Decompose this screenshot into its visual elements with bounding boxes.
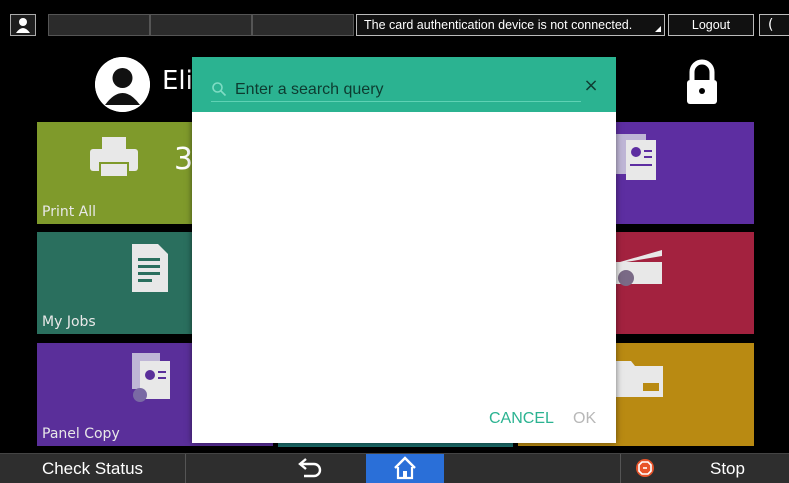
cancel-button[interactable]: CANCEL <box>489 410 554 428</box>
search-dialog: × CANCEL OK <box>192 57 616 443</box>
my-jobs-label: My Jobs <box>42 314 96 330</box>
status-slot-1 <box>48 14 150 36</box>
bottom-bar: Check Status Stop <box>0 453 789 483</box>
search-icon <box>212 82 227 97</box>
stop-button[interactable]: Stop <box>710 454 745 483</box>
copy-icon <box>132 353 170 402</box>
check-status-button[interactable]: Check Status <box>0 454 186 483</box>
bottom-divider <box>620 454 621 483</box>
moon-icon: ( <box>768 17 774 33</box>
top-status-bar: The card authentication device is not co… <box>0 0 789 40</box>
document-icon <box>132 244 168 292</box>
search-input[interactable] <box>235 79 565 101</box>
ok-button[interactable]: OK <box>573 410 596 428</box>
moon-button[interactable]: ( <box>759 14 789 36</box>
home-button[interactable] <box>366 454 444 483</box>
expand-corner-icon <box>655 26 661 32</box>
status-message-text: The card authentication device is not co… <box>364 18 633 32</box>
printer-icon <box>90 137 138 178</box>
lock-icon[interactable] <box>682 58 722 106</box>
home-icon <box>394 456 416 480</box>
logout-button[interactable]: Logout <box>668 14 754 36</box>
status-slot-3 <box>252 14 354 36</box>
panel-copy-label: Panel Copy <box>42 426 120 442</box>
back-icon[interactable] <box>296 456 324 480</box>
scanner-icon <box>616 250 662 286</box>
print-all-count: 3 <box>174 142 194 177</box>
status-slot-2 <box>150 14 252 36</box>
print-all-label: Print All <box>42 204 97 220</box>
avatar-icon <box>95 57 150 112</box>
folder-icon <box>613 361 663 397</box>
status-message[interactable]: The card authentication device is not co… <box>356 14 665 36</box>
user-button[interactable] <box>10 14 36 36</box>
search-dialog-header: × <box>192 57 616 112</box>
scan-document-icon <box>616 134 656 180</box>
user-icon <box>16 18 30 33</box>
stop-icon[interactable] <box>636 459 654 477</box>
search-field[interactable] <box>211 79 581 102</box>
close-icon[interactable]: × <box>580 75 602 97</box>
username: Eli <box>162 66 193 96</box>
